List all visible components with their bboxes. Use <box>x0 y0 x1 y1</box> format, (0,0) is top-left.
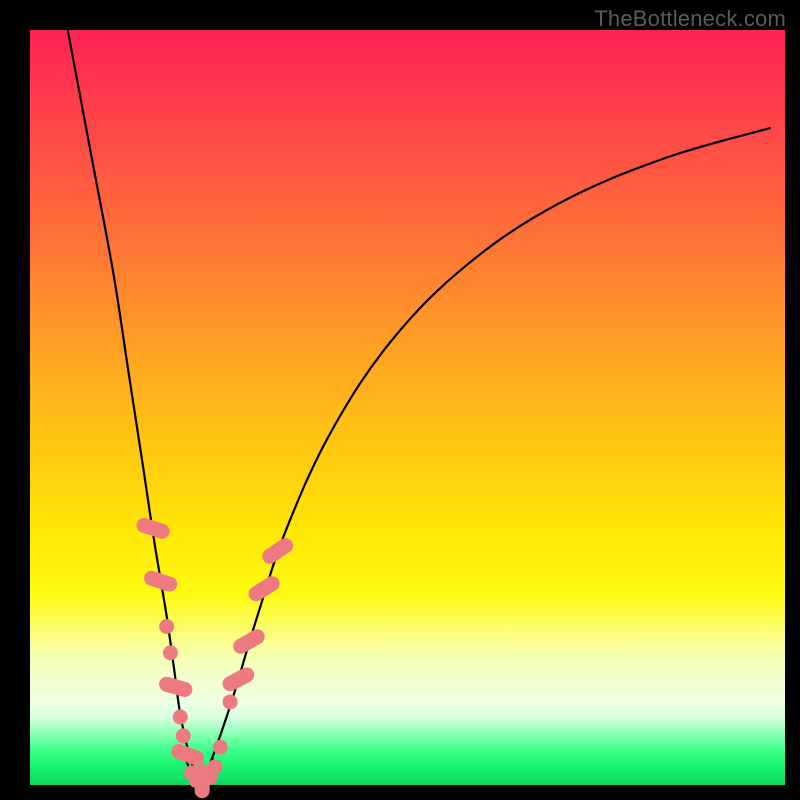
marker-round-bottom <box>207 759 222 774</box>
plot-area <box>30 30 785 785</box>
marker-round-left <box>173 710 188 725</box>
marker-pill-right <box>230 627 267 657</box>
marker-round-bottom <box>213 740 228 755</box>
marker-round-right <box>223 694 238 709</box>
marker-round-left <box>176 728 191 743</box>
chart-svg <box>30 30 785 785</box>
marker-pill-right <box>246 573 283 604</box>
curve-layer <box>68 30 770 783</box>
chart-frame: TheBottleneck.com <box>0 0 800 800</box>
series-right-curve <box>200 128 770 783</box>
marker-pill-right <box>259 535 296 566</box>
marker-pill-right <box>220 665 257 694</box>
marker-pill-left <box>142 569 179 594</box>
marker-layer <box>135 516 296 798</box>
watermark-text: TheBottleneck.com <box>594 6 786 32</box>
series-left-curve <box>68 30 200 783</box>
marker-round-left <box>159 619 174 634</box>
marker-round-left <box>163 645 178 660</box>
